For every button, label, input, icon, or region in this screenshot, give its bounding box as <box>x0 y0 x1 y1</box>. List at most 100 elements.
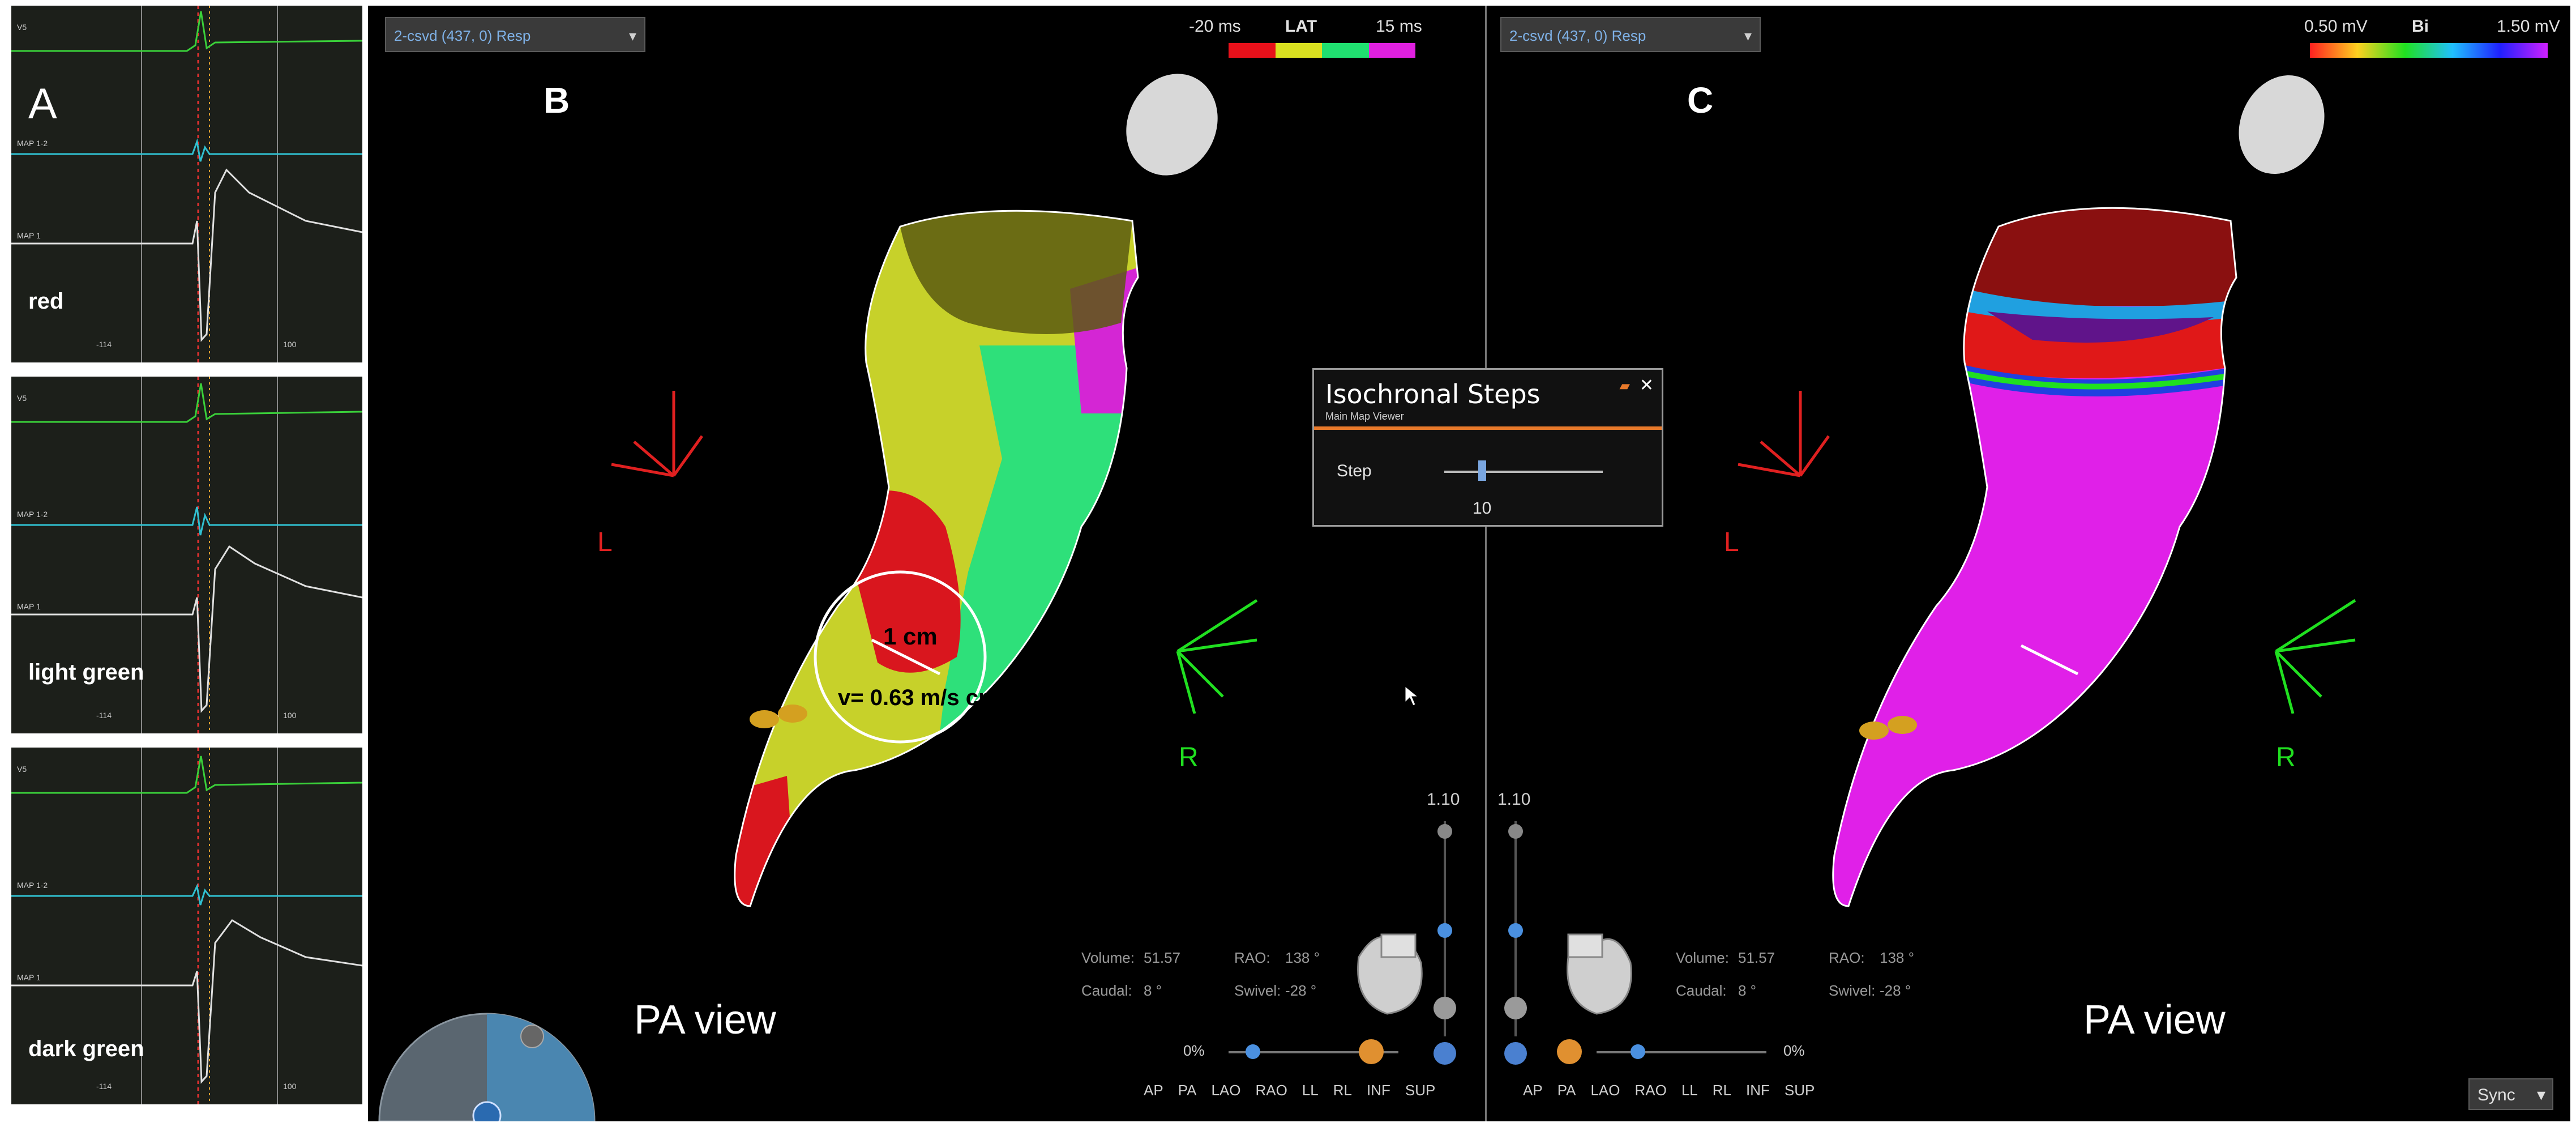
view-rao-button[interactable]: RAO <box>1634 1082 1666 1099</box>
mouse-cursor-icon <box>1405 685 1419 706</box>
velocity-label: v= 0.63 m/s cm <box>838 685 999 710</box>
right-axis-gizmo <box>2274 599 2356 714</box>
channel-label-v5: V5 <box>17 765 27 774</box>
view-label-b: PA view <box>634 997 776 1043</box>
sync-dropdown[interactable]: Sync ▾ <box>2468 1078 2553 1110</box>
channel-label-map12: MAP 1-2 <box>17 510 48 519</box>
opacity-slider-handle[interactable] <box>1246 1044 1260 1059</box>
rao-value: 138 ° <box>1880 949 1915 966</box>
orientation-reset-button[interactable] <box>1504 1042 1527 1065</box>
zoom-down-button[interactable] <box>1434 997 1456 1019</box>
swivel-value: -28 ° <box>1285 982 1317 999</box>
mapping-screen: 2-csvd (437, 0) Resp ▾ -20 ms LAT 15 ms … <box>368 6 2570 1121</box>
time-left: -114 <box>96 1082 112 1091</box>
view-presets-b: AP PA LAO RAO LL RL INF SUP <box>1144 1082 1435 1099</box>
surface-toggle-button[interactable] <box>1557 1039 1582 1064</box>
rao-label: RAO: <box>1829 949 1865 966</box>
dialog-subtitle: Main Map Viewer <box>1325 411 1404 422</box>
step-value: 10 <box>1473 499 1492 518</box>
axis-label-right: R <box>2276 742 2296 772</box>
volume-value: 51.57 <box>1144 949 1181 966</box>
heart-orientation-icon[interactable] <box>1551 923 1642 1019</box>
channel-label-v5: V5 <box>17 23 27 32</box>
lat-name: LAT <box>1285 17 1317 36</box>
orientation-reset-button[interactable] <box>1434 1042 1456 1065</box>
chevron-down-icon: ▾ <box>2536 1086 2545 1104</box>
isochronal-steps-dialog: Isochronal Steps Main Map Viewer ✕ ▰ Ste… <box>1312 368 1663 527</box>
zoom-plus-icon[interactable] <box>1437 824 1452 839</box>
close-icon[interactable]: ✕ <box>1640 375 1654 395</box>
viewer-b-tab[interactable]: 2-csvd (437, 0) Resp ▾ <box>385 17 645 52</box>
volume-value: 51.57 <box>1738 949 1775 966</box>
pin-icon[interactable]: ▰ <box>1620 378 1630 394</box>
dropdown-icon[interactable]: ▾ <box>629 18 636 53</box>
left-axis-gizmo <box>611 391 704 477</box>
view-inf-button[interactable]: INF <box>1746 1082 1770 1099</box>
step-slider-track[interactable] <box>1444 471 1603 473</box>
view-pa-button[interactable]: PA <box>1557 1082 1576 1099</box>
view-ll-button[interactable]: LL <box>1681 1082 1698 1099</box>
viewer-c-tab[interactable]: 2-csvd (437, 0) Resp ▾ <box>1500 17 1761 52</box>
view-presets-c: AP PA LAO RAO LL RL INF SUP <box>1523 1082 1815 1099</box>
voltage-map-surface[interactable] <box>1749 176 2372 968</box>
view-sup-button[interactable]: SUP <box>1785 1082 1815 1099</box>
view-pa-button[interactable]: PA <box>1178 1082 1197 1099</box>
step-slider-handle[interactable] <box>1478 460 1486 481</box>
swivel-value: -28 ° <box>1880 982 1911 999</box>
channel-label-map12: MAP 1-2 <box>17 139 48 148</box>
view-inf-button[interactable]: INF <box>1367 1082 1390 1099</box>
orientation-head-icon <box>2239 75 2325 174</box>
zoom-label-b: 1.10 <box>1427 790 1460 809</box>
view-lao-button[interactable]: LAO <box>1211 1082 1240 1099</box>
radial-tool-menu[interactable] <box>368 991 606 1121</box>
caudal-value: 8 ° <box>1144 982 1162 999</box>
opacity-slider-track[interactable] <box>1597 1051 1766 1053</box>
right-axis-gizmo <box>1176 599 1258 714</box>
volume-label: Volume: <box>1081 949 1135 966</box>
heart-orientation-icon[interactable] <box>1342 923 1432 1019</box>
volume-label: Volume: <box>1676 949 1729 966</box>
view-label-c: PA view <box>2083 997 2226 1043</box>
view-ap-button[interactable]: AP <box>1523 1082 1543 1099</box>
view-sup-button[interactable]: SUP <box>1405 1082 1435 1099</box>
lat-colorbar <box>1229 43 1415 58</box>
zoom-down-button[interactable] <box>1504 997 1527 1019</box>
step-label: Step <box>1337 462 1372 480</box>
opacity-label-b: 0% <box>1183 1042 1205 1059</box>
trace-label: red <box>28 289 64 314</box>
time-left: -114 <box>96 340 112 349</box>
dialog-title: Isochronal Steps <box>1325 379 1541 409</box>
opacity-slider-handle[interactable] <box>1631 1044 1645 1059</box>
view-rl-button[interactable]: RL <box>1713 1082 1731 1099</box>
swivel-label: Swivel: <box>1829 982 1876 999</box>
dropdown-icon[interactable]: ▾ <box>1744 18 1752 53</box>
egm-trace-light-green: V5 MAP 1-2 MAP 1 light green -114 100 <box>11 377 362 733</box>
sync-label: Sync <box>2477 1086 2515 1104</box>
egm-trace-red: V5 MAP 1-2 MAP 1 red -114 100 <box>11 6 362 362</box>
orientation-head-icon <box>1126 74 1218 176</box>
view-ap-button[interactable]: AP <box>1144 1082 1163 1099</box>
channel-label-v5: V5 <box>17 394 27 403</box>
zoom-slider-handle[interactable] <box>1437 923 1452 938</box>
caudal-label: Caudal: <box>1676 982 1727 999</box>
view-lao-button[interactable]: LAO <box>1590 1082 1620 1099</box>
viewer-divider <box>1485 6 1487 1121</box>
caudal-value: 8 ° <box>1738 982 1757 999</box>
distance-label: 1 cm <box>883 623 938 650</box>
view-ll-button[interactable]: LL <box>1302 1082 1319 1099</box>
dialog-accent-bar <box>1314 426 1662 430</box>
time-right: 100 <box>283 711 297 720</box>
trace-label: dark green <box>28 1036 144 1061</box>
viewer-b-tab-label: 2-csvd (437, 0) Resp <box>394 27 531 44</box>
view-rl-button[interactable]: RL <box>1333 1082 1352 1099</box>
zoom-slider-handle[interactable] <box>1508 923 1523 938</box>
time-left: -114 <box>96 711 112 720</box>
time-right: 100 <box>283 1082 297 1091</box>
view-rao-button[interactable]: RAO <box>1255 1082 1287 1099</box>
conduction-velocity-circle <box>814 570 987 744</box>
viewer-c-tab-label: 2-csvd (437, 0) Resp <box>1509 27 1646 44</box>
bi-name: Bi <box>2412 17 2429 36</box>
surface-toggle-button[interactable] <box>1359 1039 1384 1064</box>
panel-letter-c: C <box>1687 80 1714 121</box>
zoom-plus-icon[interactable] <box>1508 824 1523 839</box>
